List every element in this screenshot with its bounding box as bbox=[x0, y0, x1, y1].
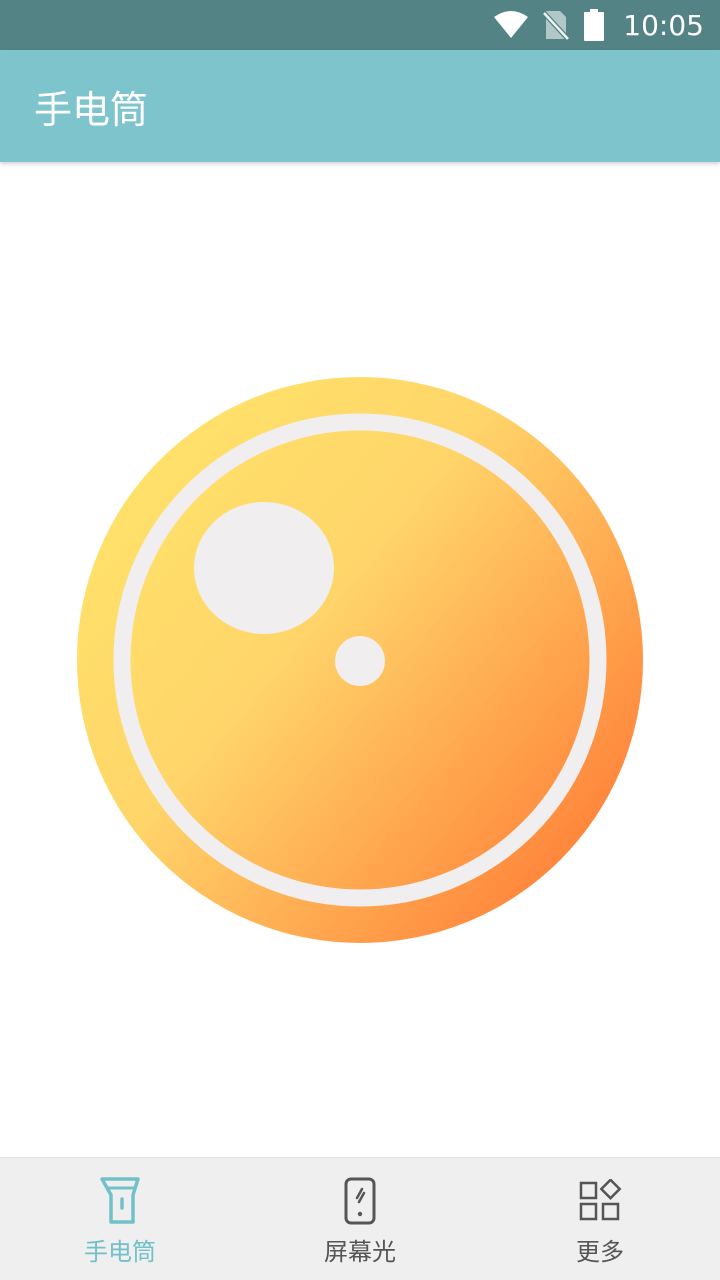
battery-icon bbox=[584, 9, 605, 41]
nav-item-flashlight[interactable]: 手电筒 bbox=[0, 1158, 240, 1280]
grid-more-icon bbox=[576, 1176, 624, 1226]
wifi-icon bbox=[494, 11, 529, 38]
nav-label-screen-light: 屏幕光 bbox=[324, 1238, 396, 1266]
no-sim-icon bbox=[543, 11, 570, 41]
nav-label-more: 更多 bbox=[576, 1238, 624, 1266]
flash-area bbox=[77, 377, 643, 943]
nav-label-flashlight: 手电筒 bbox=[84, 1238, 156, 1266]
nav-item-more[interactable]: 更多 bbox=[480, 1158, 720, 1280]
flashlight-icon bbox=[96, 1176, 144, 1226]
app-title: 手电筒 bbox=[34, 87, 149, 132]
phone-screen-icon bbox=[336, 1176, 384, 1226]
lens-highlight-small bbox=[335, 636, 385, 686]
status-bar: 10:05 bbox=[0, 0, 720, 50]
status-time: 10:05 bbox=[623, 8, 704, 42]
bottom-nav: 手电筒 屏幕光 更多 bbox=[0, 1157, 720, 1280]
screen: 10:05 手电筒 手电筒 屏幕光 更多 bbox=[0, 0, 720, 1280]
status-icons: 10:05 bbox=[493, 9, 704, 42]
nav-item-screen-light[interactable]: 屏幕光 bbox=[240, 1158, 480, 1280]
flashlight-toggle-button[interactable] bbox=[77, 377, 643, 943]
lens-highlight-large bbox=[194, 502, 334, 634]
app-bar: 手电筒 bbox=[0, 50, 720, 162]
